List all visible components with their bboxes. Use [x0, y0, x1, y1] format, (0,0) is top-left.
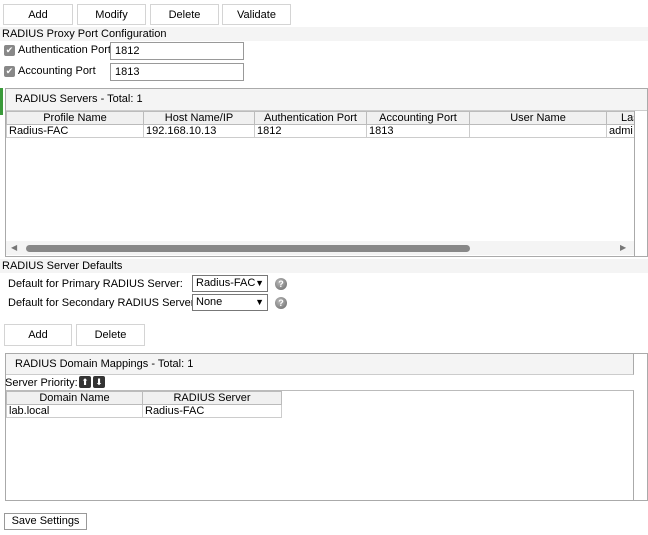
proxy-section-title: RADIUS Proxy Port Configuration — [0, 27, 648, 41]
chevron-down-icon: ▼ — [255, 278, 264, 288]
chevron-down-icon: ▼ — [255, 297, 264, 307]
cell: Radius-FAC — [6, 124, 144, 138]
scrollbar-thumb[interactable] — [26, 245, 470, 252]
col-host[interactable]: Host Name/IP — [143, 111, 255, 125]
auth-port-checkbox[interactable]: ✔ — [4, 45, 15, 56]
col-domain-name[interactable]: Domain Name — [6, 391, 143, 405]
col-profile-name[interactable]: Profile Name — [6, 111, 144, 125]
domain-mappings-panel: RADIUS Domain Mappings - Total: 1 Server… — [5, 353, 648, 501]
cell: 1812 — [254, 124, 367, 138]
acct-port-checkbox[interactable]: ✔ — [4, 66, 15, 77]
col-radius-server[interactable]: RADIUS Server — [142, 391, 282, 405]
col-acct-port[interactable]: Accounting Port — [366, 111, 470, 125]
col-user-name[interactable]: User Name — [469, 111, 607, 125]
add-button[interactable]: Add — [3, 4, 73, 25]
priority-label: Server Priority: — [5, 377, 78, 389]
horizontal-scrollbar[interactable]: ◀ ▶ — [6, 241, 634, 255]
cell: 192.168.10.13 — [143, 124, 255, 138]
secondary-server-select[interactable]: None ▼ — [192, 294, 268, 311]
help-icon[interactable]: ? — [275, 297, 287, 309]
cell: 1813 — [366, 124, 470, 138]
help-icon[interactable]: ? — [275, 278, 287, 290]
acct-port-input[interactable]: 1813 — [110, 63, 244, 81]
scroll-right-icon[interactable]: ▶ — [620, 243, 626, 252]
cell: admi — [606, 124, 634, 138]
cell: lab.local — [6, 404, 143, 418]
auth-port-input[interactable]: 1812 — [110, 42, 244, 60]
table-row[interactable]: Radius-FAC 192.168.10.13 1812 1813 admi — [6, 124, 634, 138]
cell: Radius-FAC — [142, 404, 282, 418]
validate-button[interactable]: Validate — [222, 4, 291, 25]
mappings-table: Domain Name RADIUS Server lab.local Radi… — [6, 391, 282, 418]
focus-indicator — [0, 88, 3, 115]
primary-label: Default for Primary RADIUS Server: — [8, 278, 183, 290]
mapping-add-button[interactable]: Add — [4, 324, 72, 346]
servers-title: RADIUS Servers - Total: 1 — [6, 89, 647, 111]
mappings-title: RADIUS Domain Mappings - Total: 1 — [6, 354, 634, 375]
cell — [469, 124, 607, 138]
save-settings-button[interactable]: Save Settings — [4, 513, 87, 530]
secondary-label: Default for Secondary RADIUS Server: — [8, 297, 198, 309]
primary-value: Radius-FAC — [196, 277, 256, 289]
col-auth-port[interactable]: Authentication Port — [254, 111, 367, 125]
table-row[interactable]: lab.local Radius-FAC — [6, 404, 282, 418]
radius-servers-panel: RADIUS Servers - Total: 1 Profile Name H… — [5, 88, 648, 257]
scroll-left-icon[interactable]: ◀ — [11, 243, 17, 252]
col-last[interactable]: Las — [606, 111, 634, 125]
acct-port-label: Accounting Port — [18, 65, 96, 77]
modify-button[interactable]: Modify — [77, 4, 146, 25]
servers-table: Profile Name Host Name/IP Authentication… — [6, 111, 634, 138]
secondary-value: None — [196, 296, 223, 308]
arrow-down-icon[interactable]: ⬇ — [93, 376, 105, 388]
arrow-up-icon[interactable]: ⬆ — [79, 376, 91, 388]
delete-button[interactable]: Delete — [150, 4, 219, 25]
auth-port-label: Authentication Port — [18, 44, 111, 56]
defaults-section-title: RADIUS Server Defaults — [0, 259, 648, 273]
mapping-delete-button[interactable]: Delete — [76, 324, 145, 346]
primary-server-select[interactable]: Radius-FAC ▼ — [192, 275, 268, 292]
